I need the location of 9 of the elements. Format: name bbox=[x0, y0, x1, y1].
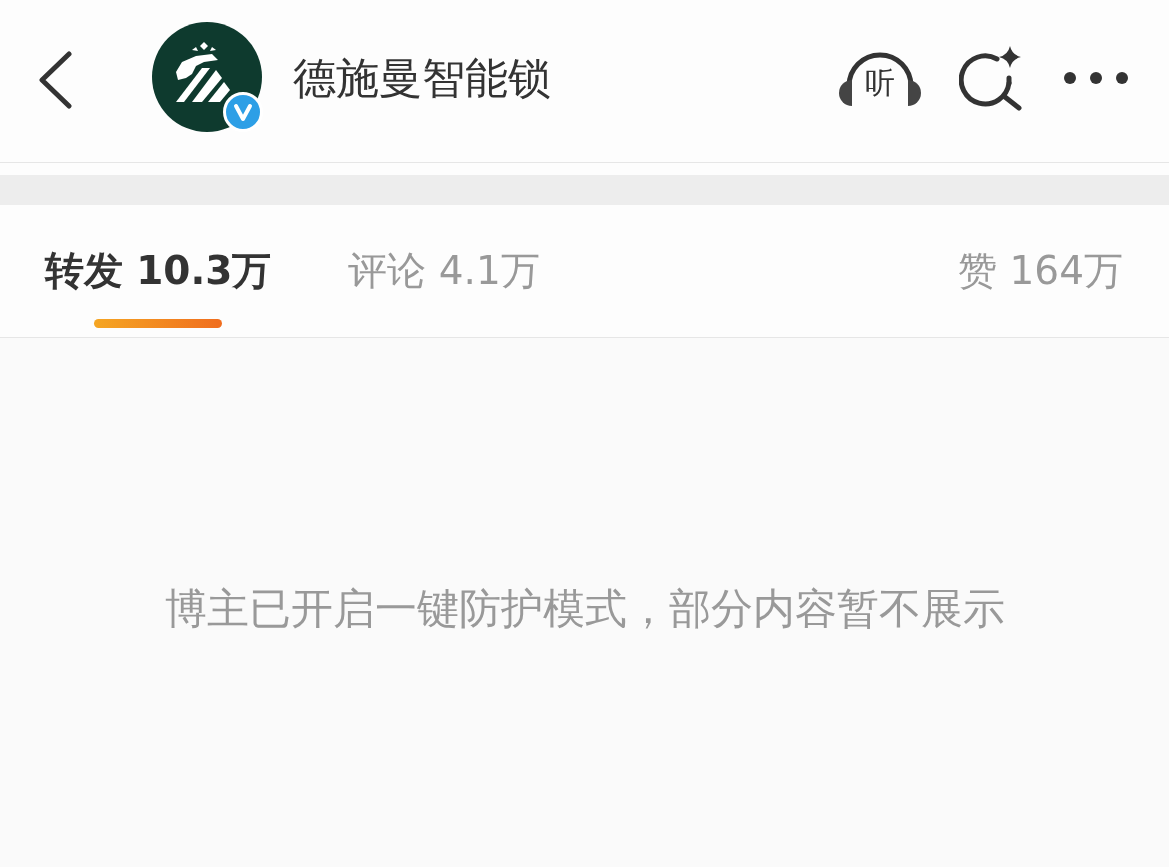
search-sparkle-icon bbox=[959, 45, 1025, 111]
more-icon bbox=[1063, 71, 1129, 85]
search-button[interactable] bbox=[959, 45, 1025, 111]
tab[interactable]: 转发 10.3万 bbox=[42, 244, 274, 298]
back-chevron-icon bbox=[37, 50, 73, 109]
notice-text: 博主已开启一键防护模式，部分内容暂不展示 bbox=[164, 583, 1005, 635]
account-name: 德施曼智能锁 bbox=[293, 52, 551, 105]
more-button[interactable] bbox=[1063, 71, 1129, 85]
listen-button[interactable]: 听 bbox=[839, 47, 921, 109]
